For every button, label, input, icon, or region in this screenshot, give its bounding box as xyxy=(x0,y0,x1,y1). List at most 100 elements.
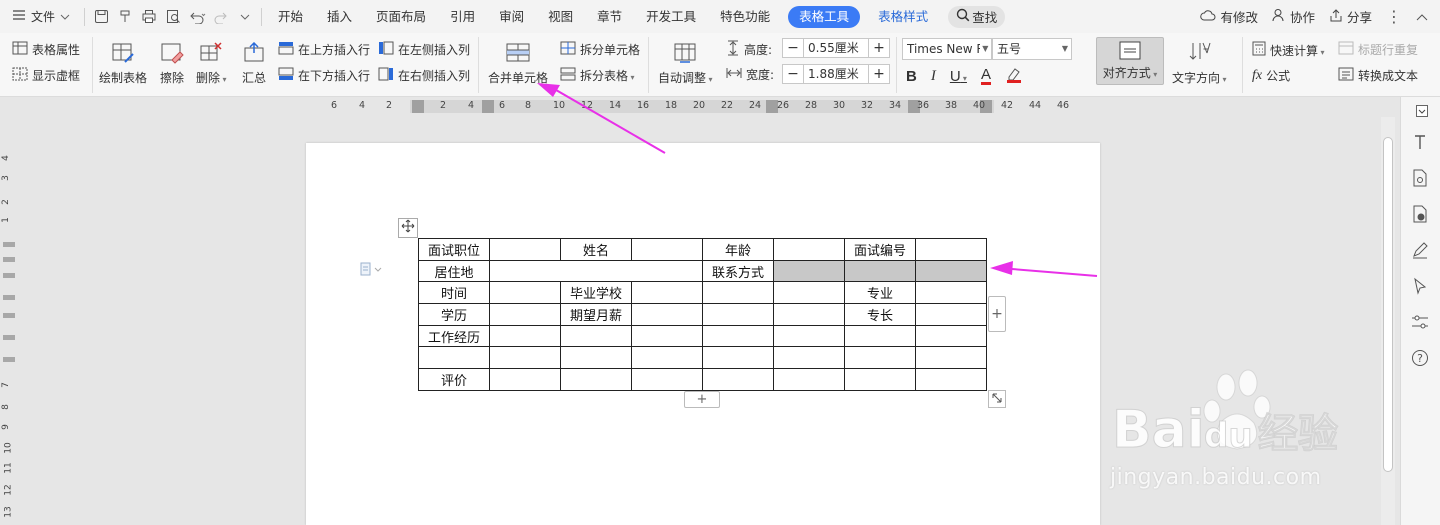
show-grid-button[interactable]: 显示虚框 xyxy=(12,67,80,84)
more-icon[interactable]: ⋮ xyxy=(1386,7,1402,26)
table-cell[interactable] xyxy=(844,346,916,370)
share-button[interactable]: 分享 xyxy=(1329,7,1372,26)
tab-table-style[interactable]: 表格样式 xyxy=(866,0,940,33)
font-size-select[interactable]: 五号 ▼ xyxy=(992,38,1072,60)
highlight-color-icon[interactable] xyxy=(1005,66,1023,86)
table-cell[interactable] xyxy=(560,324,632,348)
interview-table[interactable]: 面试职位 姓名 年龄 面试编号 居住地 联系方式 时间 毕业学校 专业 学历 期望月薪 专长 工作经历评… xyxy=(418,238,987,391)
italic-icon[interactable]: I xyxy=(931,68,936,85)
font-name-select[interactable]: Times New R ▼ xyxy=(902,38,992,60)
table-cell[interactable]: 面试职位 xyxy=(418,238,490,261)
table-cell[interactable]: 时间 xyxy=(418,281,490,305)
underline-icon[interactable]: U ▾ xyxy=(950,68,967,85)
height-decrement-button[interactable]: − xyxy=(782,38,804,58)
table-cell[interactable]: 期望月薪 xyxy=(560,303,632,326)
document-settings-icon[interactable] xyxy=(1409,203,1431,225)
collapse-ribbon-icon[interactable] xyxy=(1416,9,1428,24)
tab-references[interactable]: 引用 xyxy=(438,0,487,33)
height-increment-button[interactable]: + xyxy=(868,38,890,58)
table-cell[interactable] xyxy=(915,346,987,370)
collab-button[interactable]: 协作 xyxy=(1272,7,1315,26)
split-cells-button[interactable]: 拆分单元格 xyxy=(560,41,640,58)
table-cell[interactable]: 年龄 xyxy=(702,238,774,261)
collapse-panel-icon[interactable] xyxy=(1411,100,1433,122)
table-cell[interactable]: 专长 xyxy=(844,303,916,326)
table-cell[interactable] xyxy=(773,238,845,261)
auto-adjust-button[interactable]: 自动调整 ▾ xyxy=(658,39,713,86)
print-preview-icon[interactable] xyxy=(161,5,185,29)
help-icon[interactable]: ? xyxy=(1409,347,1431,369)
ruler-column-marker[interactable] xyxy=(412,100,424,113)
table-cell[interactable] xyxy=(915,259,987,283)
table-cell[interactable] xyxy=(844,368,916,391)
format-painter-icon[interactable] xyxy=(113,5,137,29)
quick-calc-button[interactable]: 快速计算 ▾ xyxy=(1252,41,1325,59)
table-cell[interactable] xyxy=(418,346,490,370)
table-cell[interactable] xyxy=(702,368,774,391)
tab-table-tools[interactable]: 表格工具 xyxy=(788,5,861,28)
tab-page-layout[interactable]: 页面布局 xyxy=(364,0,438,33)
repeat-header-button[interactable]: 标题行重复 xyxy=(1338,41,1418,58)
document-search-icon[interactable] xyxy=(1409,167,1431,189)
insert-col-left-button[interactable]: 在左侧插入列 xyxy=(378,41,470,58)
table-cell[interactable] xyxy=(773,324,845,348)
table-cell[interactable] xyxy=(773,303,845,326)
save-icon[interactable] xyxy=(89,5,113,29)
scrollbar-thumb[interactable] xyxy=(1383,137,1393,472)
table-cell[interactable] xyxy=(915,238,987,261)
print-icon[interactable] xyxy=(137,5,161,29)
erase-button[interactable]: 擦除 xyxy=(158,39,186,86)
tab-review[interactable]: 审阅 xyxy=(487,0,536,33)
find-tab[interactable]: 查找 xyxy=(948,5,1006,28)
table-cell[interactable] xyxy=(702,281,774,305)
cursor-icon[interactable] xyxy=(1409,275,1431,297)
table-cell[interactable] xyxy=(631,346,703,370)
table-cell[interactable] xyxy=(844,324,916,348)
draw-table-button[interactable]: 绘制表格 xyxy=(99,39,147,86)
align-button[interactable]: 对齐方式 ▾ xyxy=(1096,37,1164,85)
table-cell[interactable] xyxy=(560,368,632,391)
table-cell[interactable] xyxy=(915,368,987,391)
table-cell[interactable]: 居住地 xyxy=(418,259,490,283)
table-cell[interactable] xyxy=(631,368,703,391)
table-cell[interactable] xyxy=(915,324,987,348)
table-properties-button[interactable]: 表格属性 xyxy=(12,41,80,58)
paragraph-icon[interactable] xyxy=(360,262,382,279)
table-cell[interactable] xyxy=(702,303,774,326)
table-cell[interactable]: 联系方式 xyxy=(702,259,774,283)
table-move-handle[interactable] xyxy=(398,218,418,238)
table-cell[interactable] xyxy=(489,324,561,348)
vertical-ruler[interactable]: 4 3 2 1 7 8 9 10 11 12 13 xyxy=(0,117,18,525)
bold-icon[interactable]: B xyxy=(906,68,917,85)
undo-icon[interactable] xyxy=(185,5,209,29)
formula-button[interactable]: fx 公式 xyxy=(1252,67,1290,84)
more-dropdown-icon[interactable] xyxy=(233,5,257,29)
table-cell[interactable]: 评价 xyxy=(418,368,490,391)
file-menu[interactable]: 文件 xyxy=(0,0,80,33)
table-cell[interactable] xyxy=(489,346,561,370)
add-row-button[interactable]: + xyxy=(684,391,720,408)
table-cell[interactable] xyxy=(915,303,987,326)
pen-icon[interactable] xyxy=(1409,239,1431,261)
tab-view[interactable]: 视图 xyxy=(536,0,585,33)
table-cell[interactable] xyxy=(702,346,774,370)
split-table-button[interactable]: 拆分表格 ▾ xyxy=(560,67,635,84)
merge-cells-button[interactable]: 合并单元格 xyxy=(488,39,548,86)
table-cell[interactable] xyxy=(631,281,703,305)
add-column-button[interactable]: + xyxy=(988,296,1006,332)
table-cell[interactable]: 毕业学校 xyxy=(560,281,632,305)
insert-col-right-button[interactable]: 在右侧插入列 xyxy=(378,67,470,84)
insert-row-below-button[interactable]: 在下方插入行 xyxy=(278,67,370,84)
table-cell[interactable]: 工作经历 xyxy=(418,324,490,348)
tab-developer[interactable]: 开发工具 xyxy=(634,0,708,33)
text-style-icon[interactable] xyxy=(1409,131,1431,153)
redo-icon[interactable] xyxy=(209,5,233,29)
table-cell[interactable]: 学历 xyxy=(418,303,490,326)
text-direction-button[interactable]: 文字方向 ▾ xyxy=(1172,39,1227,86)
table-cell[interactable] xyxy=(489,303,561,326)
font-color-icon[interactable]: A xyxy=(980,67,991,85)
table-cell[interactable]: 面试编号 xyxy=(844,238,916,261)
table-cell[interactable] xyxy=(773,368,845,391)
table-cell[interactable] xyxy=(489,368,561,391)
table-cell[interactable] xyxy=(773,346,845,370)
